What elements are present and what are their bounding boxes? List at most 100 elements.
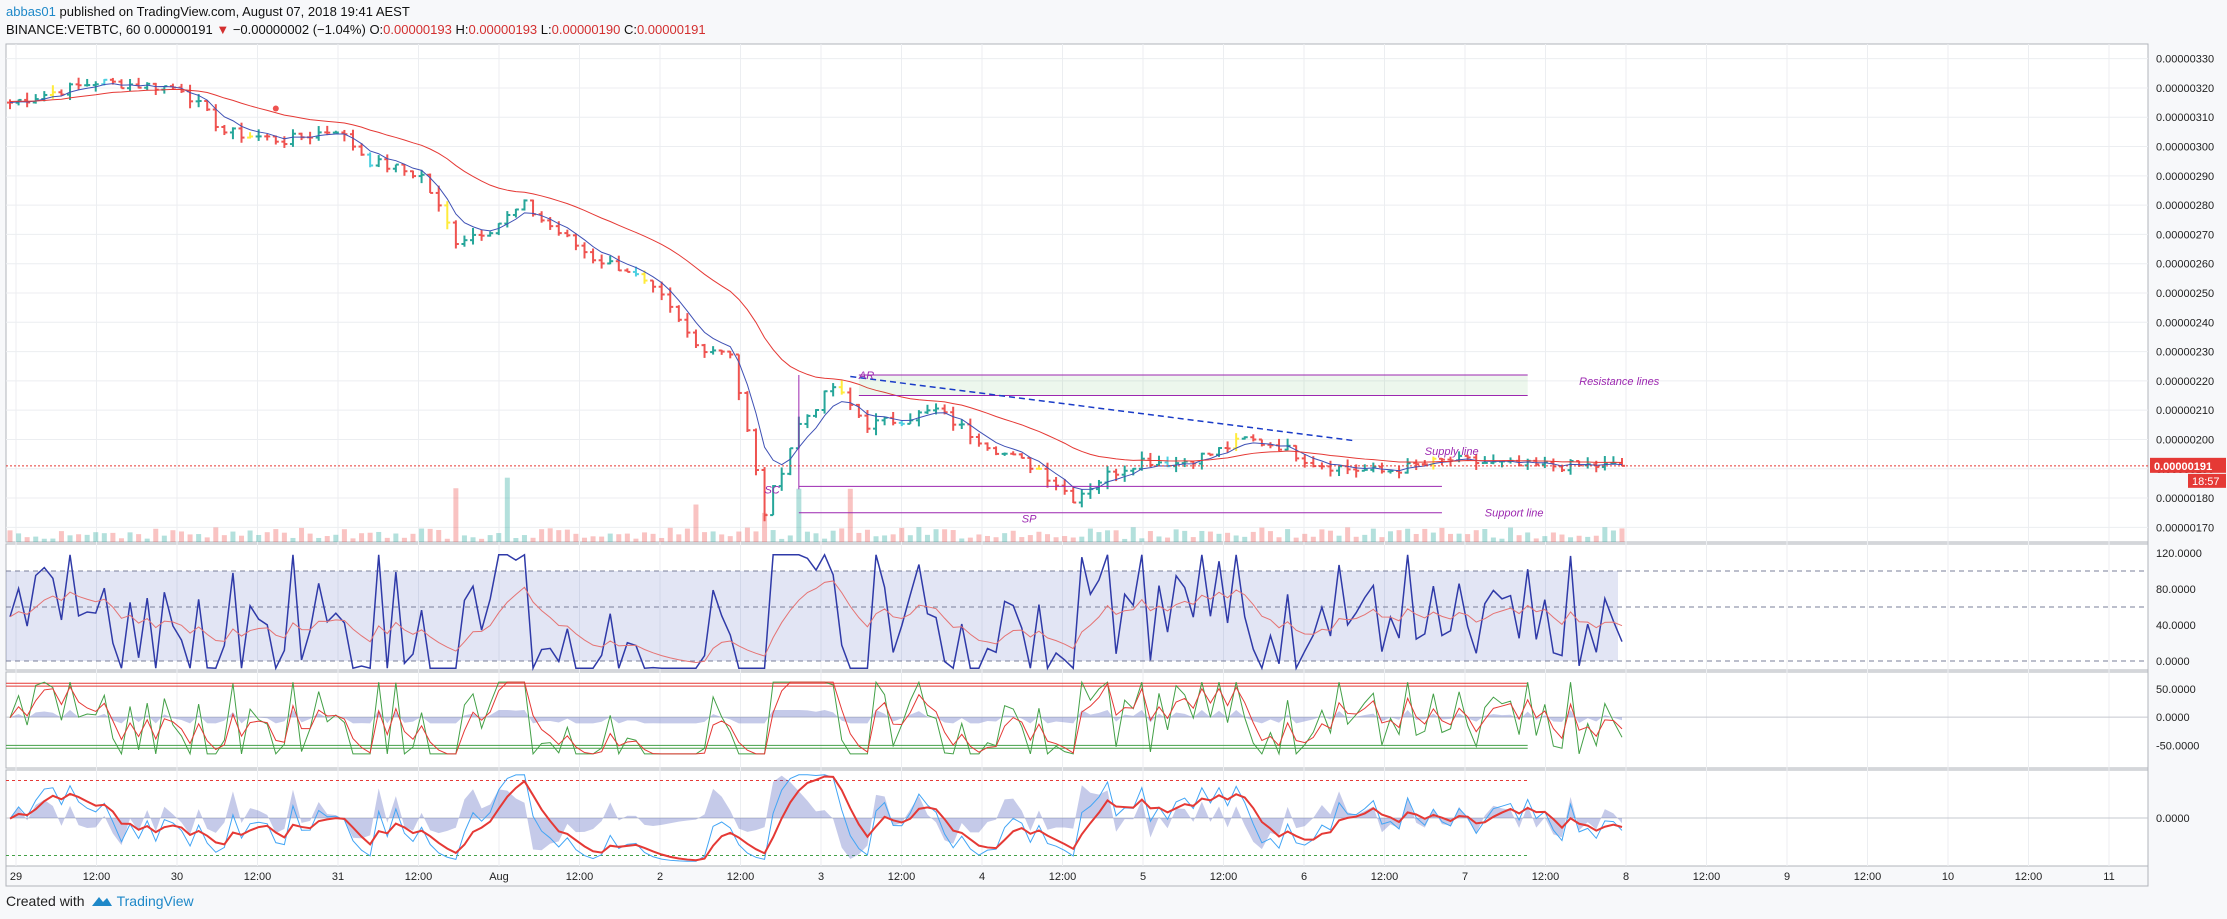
ohlc-legend: BINANCE:VETBTC, 60 0.00000191 ▼ −0.00000… — [6, 22, 706, 37]
volume-bar — [1173, 529, 1179, 542]
volume-bar — [1465, 534, 1471, 542]
time-tick-label: 12:00 — [566, 871, 594, 883]
volume-bar — [1002, 533, 1008, 542]
volume-bar — [1087, 528, 1093, 542]
volume-bar — [470, 537, 476, 542]
time-tick-label: 12:00 — [1532, 871, 1560, 883]
volume-bar — [479, 538, 485, 542]
volume-bar — [616, 534, 622, 542]
volume-bar — [1310, 536, 1316, 542]
volume-bar — [959, 538, 965, 542]
volume-bar — [230, 531, 236, 542]
volume-bar — [813, 533, 819, 542]
price-tick-label: 0.00000170 — [2156, 522, 2214, 534]
volume-bar — [333, 534, 339, 542]
volume-bar — [1336, 535, 1342, 542]
chart-area[interactable]: 0.00000330 0.00000320 0.00000310 0.00000300… — [0, 38, 2227, 918]
volume-bar — [676, 534, 682, 542]
down-arrow-icon: ▼ — [216, 22, 230, 37]
volume-bar — [1456, 533, 1462, 542]
volume-bar — [1353, 536, 1359, 542]
last-price: 0.00000191 — [144, 22, 213, 37]
volume-bar — [916, 527, 922, 542]
volume-bar — [410, 533, 416, 542]
close-label: C: — [623, 22, 637, 37]
volume-bar — [221, 535, 227, 542]
publish-text: published on TradingView.com, August 07,… — [55, 4, 410, 19]
annotation-label: Resistance lines — [1579, 376, 1660, 388]
volume-bar — [453, 488, 459, 542]
price-tick-label: 0.00000180 — [2156, 493, 2214, 505]
volume-bar — [1182, 530, 1188, 542]
volume-bar — [907, 535, 913, 542]
price-change: −0.00000002 (−1.04%) — [232, 22, 366, 37]
volume-bar — [727, 536, 733, 542]
volume-bar — [839, 528, 845, 542]
price-tick-label: 0.00000200 — [2156, 434, 2214, 446]
volume-bar — [496, 533, 502, 542]
author-link[interactable]: abbas01 — [6, 4, 56, 19]
volume-bar — [427, 528, 433, 542]
volume-bar — [58, 531, 64, 542]
time-tick-label: 30 — [171, 871, 183, 883]
volume-bar — [684, 528, 690, 542]
volume-bar — [7, 530, 13, 542]
stoch-tick-label: 50.0000 — [2156, 684, 2196, 696]
volume-bar — [1302, 533, 1308, 542]
volume-bar — [693, 504, 699, 542]
volume-bar — [1542, 536, 1548, 542]
volume-bar — [1610, 530, 1616, 542]
price-tick-label: 0.00000260 — [2156, 259, 2214, 271]
volume-bar — [153, 528, 159, 542]
volume-bar — [1053, 537, 1059, 542]
volume-bar — [213, 527, 219, 542]
resistance-zone — [858, 375, 1528, 396]
volume-bar — [1516, 535, 1522, 542]
symbol-label: BINANCE:VETBTC, 60 — [6, 22, 141, 37]
volume-bar — [1490, 537, 1496, 542]
volume-bar — [547, 528, 553, 542]
volume-bar — [804, 531, 810, 542]
time-tick-label: 9 — [1784, 871, 1790, 883]
annotation-label: Supply line — [1425, 446, 1479, 458]
volume-bar — [976, 534, 982, 542]
volume-bar — [1576, 535, 1582, 542]
volume-bar — [178, 531, 184, 542]
volume-bar — [1585, 536, 1591, 542]
price-tick-label: 0.00000290 — [2156, 171, 2214, 183]
annotation-label: Support line — [1485, 508, 1544, 520]
volume-bar — [581, 537, 587, 542]
volume-bar — [822, 538, 828, 542]
volume-bar — [84, 534, 90, 542]
volume-bar — [1370, 528, 1376, 542]
volume-bar — [1413, 533, 1419, 542]
last-price-label: 0.00000191 — [2154, 461, 2212, 473]
volume-bar — [16, 533, 22, 542]
volume-bar — [607, 533, 613, 542]
volume-bar — [401, 537, 407, 542]
volume-bar — [1113, 530, 1119, 542]
price-tick-label: 0.00000250 — [2156, 288, 2214, 300]
volume-bar — [573, 533, 579, 542]
volume-bar — [1568, 537, 1574, 542]
volume-bar — [1422, 528, 1428, 542]
price-tick-label: 0.00000320 — [2156, 83, 2214, 95]
volume-bar — [101, 533, 107, 542]
macd-tick-label: 0.0000 — [2156, 813, 2190, 825]
price-tick-label: 0.00000230 — [2156, 347, 2214, 359]
volume-bar — [847, 488, 853, 542]
volume-bar — [307, 533, 313, 542]
volume-bar — [1550, 532, 1556, 542]
volume-bar — [942, 529, 948, 542]
volume-bar — [1396, 530, 1402, 542]
rsi-tick-label: 120.0000 — [2156, 548, 2202, 560]
volume-bar — [856, 532, 862, 542]
tradingview-brand[interactable]: TradingView — [91, 893, 194, 909]
volume-bar — [1045, 534, 1051, 542]
time-tick-label: 12:00 — [405, 871, 433, 883]
volume-bar — [770, 530, 776, 542]
open-label: O: — [369, 22, 384, 37]
volume-bar — [161, 535, 167, 542]
volume-bar — [1285, 529, 1291, 542]
time-tick-label: 29 — [10, 871, 22, 883]
